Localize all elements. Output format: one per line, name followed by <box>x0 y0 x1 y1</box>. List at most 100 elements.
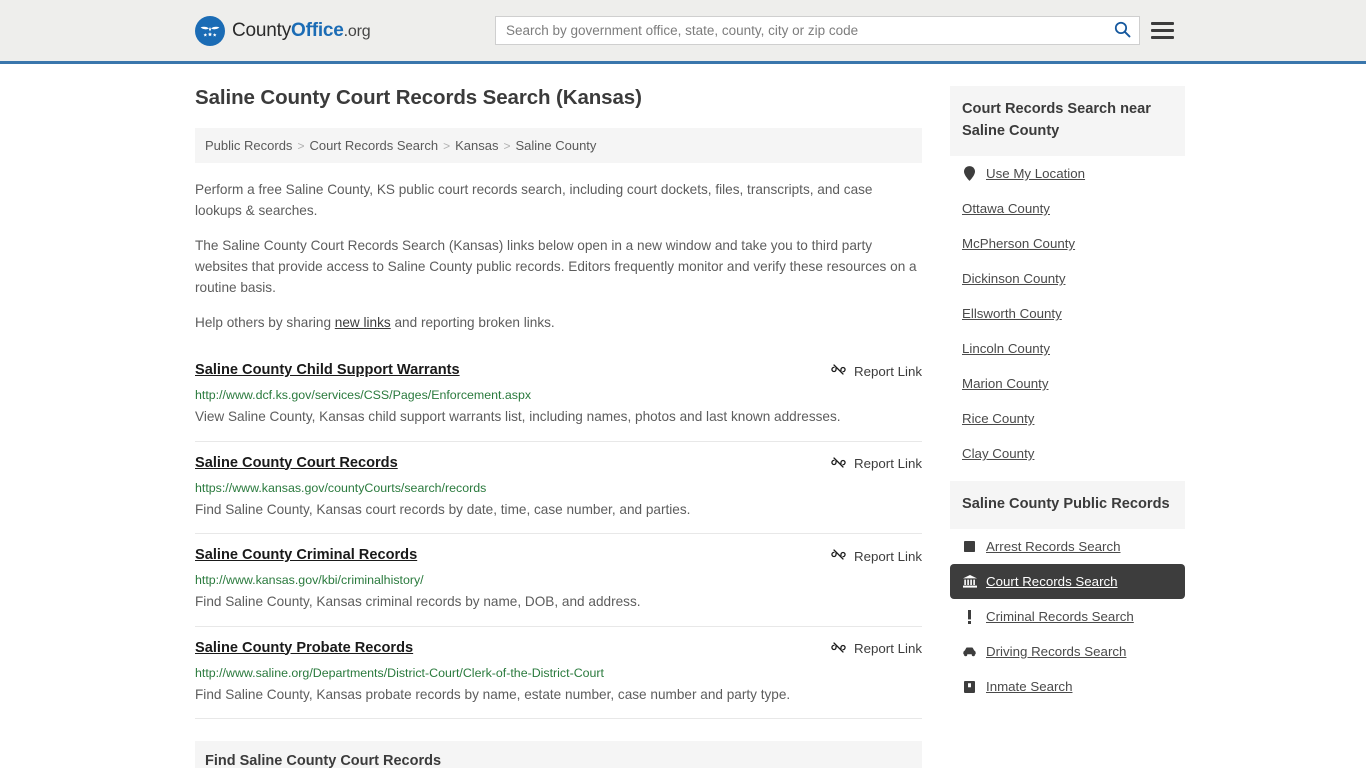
list-item: Lincoln County <box>950 331 1185 366</box>
result-description: View Saline County, Kansas child support… <box>195 409 841 424</box>
breadcrumb-separator: > <box>503 138 511 153</box>
search-button[interactable] <box>1105 17 1139 44</box>
report-link-label: Report Link <box>854 641 922 656</box>
logo-text-office: Office <box>291 19 344 41</box>
result-title-link[interactable]: Saline County Probate Records <box>195 639 413 658</box>
result-title-link[interactable]: Saline County Criminal Records <box>195 546 417 565</box>
sidebar-item-label: Marion County <box>962 376 1049 391</box>
breadcrumb-item-saline-county[interactable]: Saline County <box>515 138 596 153</box>
new-links-link[interactable]: new links <box>335 315 391 330</box>
sidebar-item-criminal-records-search[interactable]: Criminal Records Search <box>950 599 1185 634</box>
result-list: Saline County Child Support Warrants Rep… <box>195 347 922 719</box>
intro-text-after: and reporting broken links. <box>390 315 555 330</box>
breadcrumb-item-kansas[interactable]: Kansas <box>455 138 498 153</box>
report-link-button[interactable]: Report Link <box>817 455 922 473</box>
sidebar-item-label: Arrest Records Search <box>986 539 1121 554</box>
list-item: Court Records Search <box>950 564 1185 599</box>
search-icon <box>1114 21 1131 41</box>
result-title-link[interactable]: Saline County Child Support Warrants <box>195 361 460 380</box>
logo-text-tld: .org <box>343 22 371 40</box>
page-title: Saline County Court Records Search (Kans… <box>195 86 642 109</box>
list-item: Marion County <box>950 366 1185 401</box>
hamburger-bar <box>1151 22 1174 25</box>
list-item: Clay County <box>950 436 1185 471</box>
breadcrumb-item-public-records[interactable]: Public Records <box>205 138 292 153</box>
find-records-heading: Find Saline County Court Records <box>195 741 922 768</box>
sidebar-item-ottawa-county[interactable]: Ottawa County <box>950 191 1185 226</box>
broken-link-icon <box>831 455 846 473</box>
sidebar-public-records-title: Saline County Public Records <box>950 481 1185 529</box>
car-icon <box>962 647 977 657</box>
result-url: https://www.kansas.gov/countyCourts/sear… <box>195 480 487 495</box>
intro-paragraph-1: Perform a free Saline County, KS public … <box>195 182 873 218</box>
result-description: Find Saline County, Kansas court records… <box>195 501 691 517</box>
site-logo[interactable]: CountyOffice.org <box>195 15 371 46</box>
sidebar-item-arrest-records-search[interactable]: Arrest Records Search <box>950 529 1185 564</box>
sidebar: Court Records Search near Saline County … <box>950 86 1185 768</box>
sidebar-item-label: Clay County <box>962 446 1035 461</box>
report-link-label: Report Link <box>854 363 922 379</box>
broken-link-icon <box>831 362 846 380</box>
result-title-link[interactable]: Saline County Court Records <box>195 454 398 473</box>
search-bar[interactable] <box>495 16 1140 45</box>
sidebar-item-mcpherson-county[interactable]: McPherson County <box>950 226 1185 261</box>
sidebar-item-use-my-location[interactable]: Use My Location <box>950 156 1185 191</box>
sidebar-item-court-records-search[interactable]: Court Records Search <box>950 564 1185 599</box>
sidebar-item-label: Inmate Search <box>986 679 1073 694</box>
result-description: Find Saline County, Kansas probate recor… <box>195 686 791 702</box>
list-item: McPherson County <box>950 226 1185 261</box>
exclamation-icon <box>962 609 977 624</box>
search-input[interactable] <box>496 17 1105 44</box>
map-pin-icon <box>962 166 977 181</box>
sidebar-item-label: Court Records Search <box>986 574 1118 589</box>
sidebar-item-label: McPherson County <box>962 236 1076 251</box>
sidebar-item-label: Ellsworth County <box>962 306 1062 321</box>
sidebar-item-label: Lincoln County <box>962 341 1050 356</box>
broken-link-icon <box>831 640 846 658</box>
jail-icon <box>962 680 977 693</box>
sidebar-item-label: Rice County <box>962 411 1035 426</box>
list-item: Driving Records Search <box>950 634 1185 669</box>
logo-text: CountyOffice.org <box>232 19 371 42</box>
report-link-button[interactable]: Report Link <box>817 362 922 380</box>
report-link-button[interactable]: Report Link <box>817 547 922 565</box>
hamburger-menu-icon[interactable] <box>1151 22 1174 39</box>
result-item: Saline County Child Support Warrants Rep… <box>195 347 922 442</box>
list-item: Rice County <box>950 401 1185 436</box>
list-item: Inmate Search <box>950 669 1185 704</box>
hamburger-bar <box>1151 36 1174 39</box>
list-item: Criminal Records Search <box>950 599 1185 634</box>
sidebar-item-inmate-search[interactable]: Inmate Search <box>950 669 1185 704</box>
sidebar-item-marion-county[interactable]: Marion County <box>950 366 1185 401</box>
sidebar-item-driving-records-search[interactable]: Driving Records Search <box>950 634 1185 669</box>
sidebar-nearby-title: Court Records Search near Saline County <box>950 86 1185 156</box>
page-body: Saline County Court Records Search (Kans… <box>0 64 1366 768</box>
result-item: Saline County Criminal Records Report Li… <box>195 534 922 627</box>
result-url: http://www.dcf.ks.gov/services/CSS/Pages… <box>195 388 532 402</box>
sidebar-item-lincoln-county[interactable]: Lincoln County <box>950 331 1185 366</box>
courthouse-icon <box>962 575 977 588</box>
intro-paragraph-2: The Saline County Court Records Search (… <box>195 238 917 295</box>
sidebar-nearby-list: Use My Location Ottawa County McPherson … <box>950 156 1185 471</box>
sidebar-item-rice-county[interactable]: Rice County <box>950 401 1185 436</box>
sidebar-item-label: Dickinson County <box>962 271 1066 286</box>
sidebar-item-dickinson-county[interactable]: Dickinson County <box>950 261 1185 296</box>
result-url: http://www.saline.org/Departments/Distri… <box>195 665 604 680</box>
report-link-button[interactable]: Report Link <box>817 640 922 658</box>
eagle-seal-icon <box>195 15 225 46</box>
hamburger-bar <box>1151 29 1174 32</box>
broken-link-icon <box>831 547 846 565</box>
sidebar-item-ellsworth-county[interactable]: Ellsworth County <box>950 296 1185 331</box>
sidebar-item-clay-county[interactable]: Clay County <box>950 436 1185 471</box>
intro-text-before: Help others by sharing <box>195 315 335 330</box>
list-item: Ottawa County <box>950 191 1185 226</box>
breadcrumb-item-court-records-search[interactable]: Court Records Search <box>309 138 438 153</box>
result-url: http://www.kansas.gov/kbi/criminalhistor… <box>195 573 424 587</box>
list-item: Ellsworth County <box>950 296 1185 331</box>
intro-paragraph-3: Help others by sharing new links and rep… <box>195 312 922 333</box>
sidebar-item-label: Criminal Records Search <box>986 609 1134 624</box>
result-item: Saline County Probate Records Report Lin… <box>195 627 922 719</box>
sidebar-item-label: Ottawa County <box>962 201 1050 216</box>
list-item: Arrest Records Search <box>950 529 1185 564</box>
breadcrumb-separator: > <box>297 138 305 153</box>
